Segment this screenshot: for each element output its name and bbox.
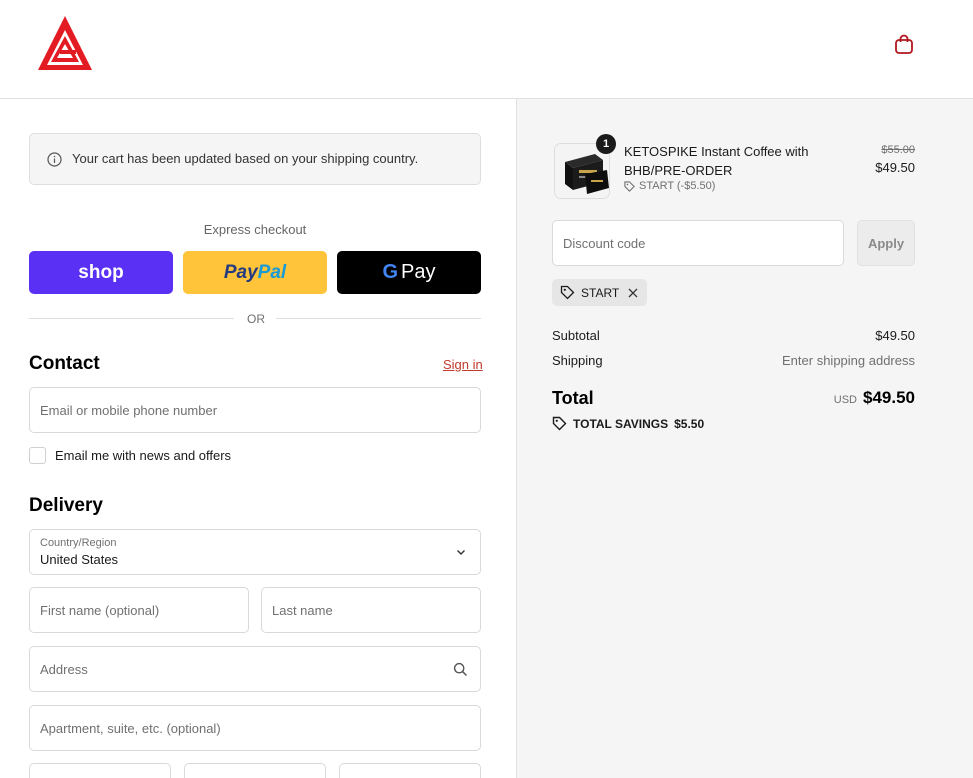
divider-left	[29, 318, 234, 319]
checkout-form-column: Your cart has been updated based on your…	[0, 99, 516, 778]
apartment-placeholder: Apartment, suite, etc. (optional)	[40, 721, 221, 736]
site-header	[0, 0, 973, 99]
shop-pay-button[interactable]: shop	[29, 251, 173, 294]
address-placeholder: Address	[40, 662, 88, 677]
product-discount: START (-$5.50)	[624, 180, 715, 192]
contact-heading: Contact	[29, 353, 100, 374]
total-currency: USD	[833, 394, 857, 406]
discounted-price: $49.50	[875, 160, 915, 175]
search-icon[interactable]	[453, 662, 468, 677]
city-field[interactable]	[29, 763, 171, 778]
chevron-down-icon	[457, 550, 465, 555]
google-pay-button[interactable]: G Pay	[337, 251, 481, 294]
applied-discount-chip: START	[552, 279, 648, 306]
paypal-button[interactable]: Pay Pal	[183, 251, 327, 294]
newsletter-label: Email me with news and offers	[55, 448, 232, 463]
product-name: KETOSPIKE Instant Coffee with BHB/PRE-OR…	[624, 144, 809, 178]
address-field[interactable]: Address	[29, 646, 481, 692]
state-field[interactable]	[184, 763, 326, 778]
savings-value: $5.50	[674, 416, 705, 431]
email-field[interactable]: Email or mobile phone number	[29, 387, 481, 433]
order-summary-column: 1 KETOSPIKE Instant Coffee with BHB/PRE-…	[516, 99, 973, 778]
first-name-field[interactable]: First name (optional)	[29, 587, 249, 633]
brand-logo-icon[interactable]	[36, 14, 94, 72]
shipping-label: Shipping	[552, 353, 603, 368]
google-g-icon: G	[382, 261, 399, 283]
shipping-value: Enter shipping address	[782, 353, 915, 368]
zip-field[interactable]	[339, 763, 481, 778]
delivery-heading: Delivery	[29, 495, 103, 516]
total-label: Total	[552, 388, 594, 408]
info-icon	[47, 152, 62, 167]
tag-icon	[560, 285, 575, 300]
google-pay-label: Pay	[401, 261, 436, 283]
paypal-label-part2: Pal	[257, 261, 287, 283]
first-name-placeholder: First name (optional)	[40, 603, 160, 618]
applied-code-label: START	[581, 285, 620, 300]
newsletter-checkbox[interactable]	[29, 447, 46, 464]
divider-right	[276, 318, 481, 319]
quantity-badge: 1	[596, 134, 616, 154]
shopping-bag-icon[interactable]	[893, 33, 915, 55]
tag-icon	[624, 180, 635, 192]
original-price: $55.00	[881, 144, 915, 156]
total-value: $49.50	[863, 388, 915, 407]
apply-discount-button[interactable]: Apply	[857, 220, 915, 266]
sign-in-link[interactable]: Sign in	[443, 357, 483, 372]
country-select[interactable]: Country/Region United States	[29, 529, 481, 575]
total-savings: TOTAL SAVINGS $5.50	[552, 416, 704, 431]
last-name-placeholder: Last name	[272, 603, 333, 618]
cart-updated-notice: Your cart has been updated based on your…	[29, 133, 481, 185]
subtotal-value: $49.50	[875, 328, 915, 343]
country-value: United States	[40, 552, 119, 567]
notice-text: Your cart has been updated based on your…	[72, 151, 419, 166]
country-label: Country/Region	[40, 537, 117, 549]
close-icon[interactable]	[627, 287, 639, 299]
email-placeholder: Email or mobile phone number	[40, 403, 218, 418]
tag-icon	[552, 416, 567, 431]
or-divider-text: OR	[247, 312, 265, 326]
product-discount-text: START (-$5.50)	[639, 180, 716, 192]
paypal-label-part1: Pay	[223, 261, 258, 283]
last-name-field[interactable]: Last name	[261, 587, 481, 633]
shop-pay-label: shop	[78, 261, 124, 283]
apartment-field[interactable]: Apartment, suite, etc. (optional)	[29, 705, 481, 751]
discount-code-placeholder: Discount code	[563, 236, 646, 251]
express-checkout-label: Express checkout	[203, 222, 307, 237]
savings-label: TOTAL SAVINGS	[573, 416, 669, 431]
discount-code-field[interactable]: Discount code	[552, 220, 844, 266]
subtotal-label: Subtotal	[552, 328, 600, 343]
